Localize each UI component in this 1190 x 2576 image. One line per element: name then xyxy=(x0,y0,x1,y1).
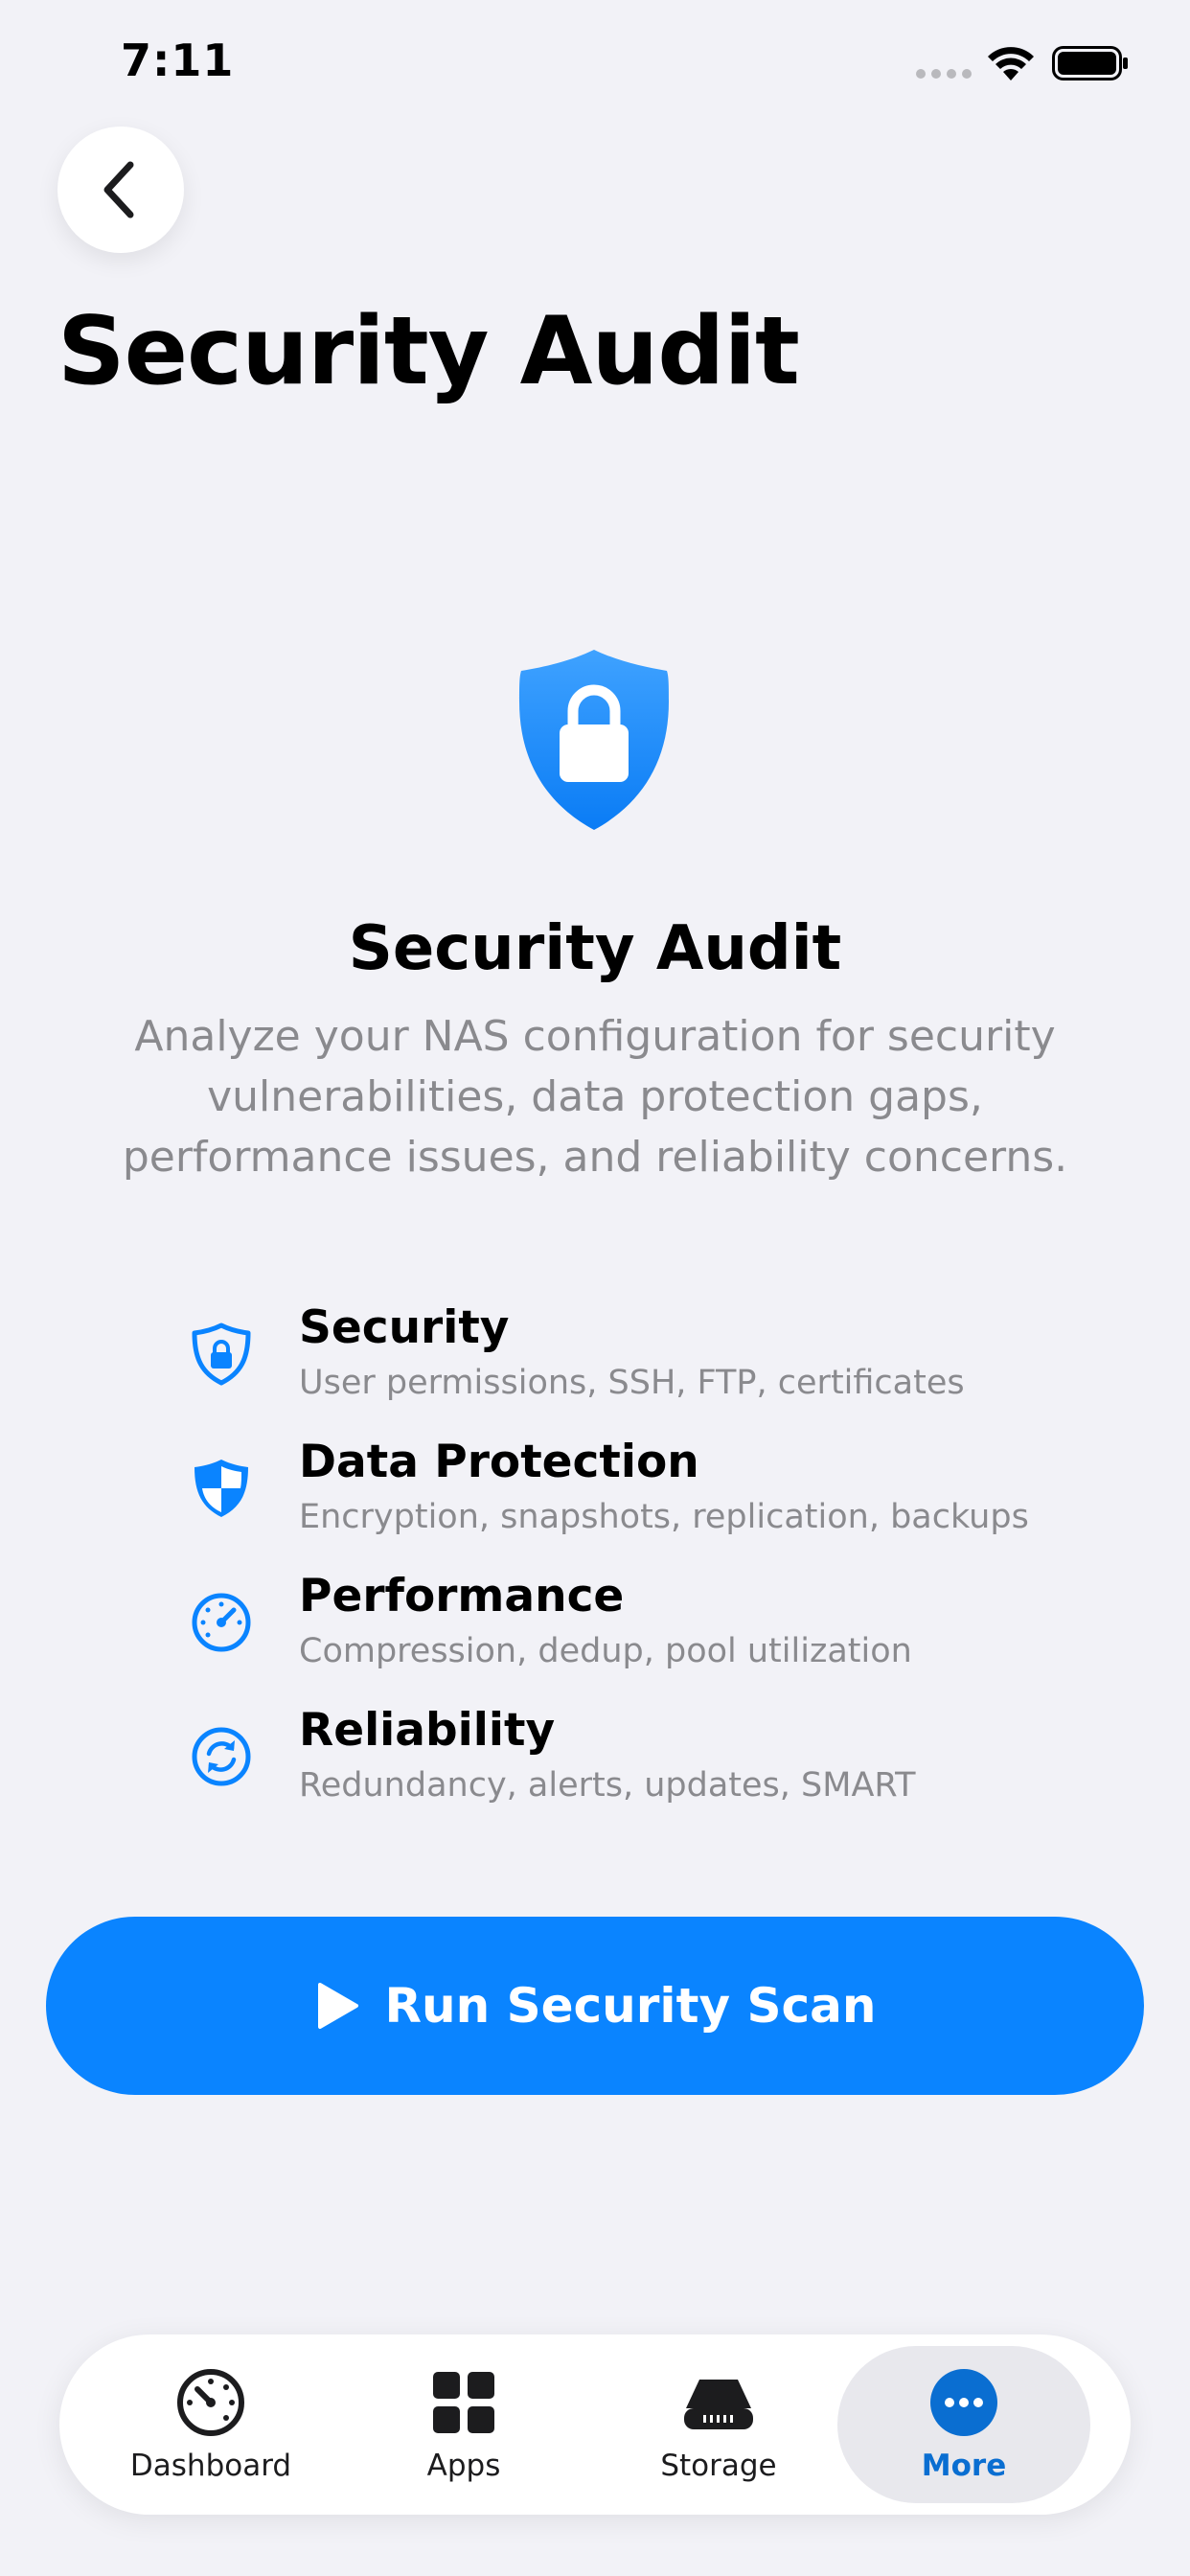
grid-icon xyxy=(433,2372,494,2433)
checkered-shield-icon xyxy=(195,1460,248,1517)
cellular-signal-icon xyxy=(916,69,972,79)
tab-label: Storage xyxy=(660,2449,777,2483)
tab-storage[interactable]: Storage xyxy=(592,2346,845,2503)
feature-subtitle: User permissions, SSH, FTP, certificates xyxy=(299,1364,965,1402)
feature-title: Security xyxy=(299,1301,510,1354)
tab-apps[interactable]: Apps xyxy=(337,2346,590,2503)
feature-title: Data Protection xyxy=(299,1436,699,1488)
drive-icon xyxy=(684,2380,753,2429)
run-security-scan-button[interactable]: Run Security Scan xyxy=(46,1917,1144,2095)
lock-shield-icon xyxy=(519,650,669,830)
status-time: 7:11 xyxy=(121,34,235,86)
feature-subtitle: Redundancy, alerts, updates, SMART xyxy=(299,1766,916,1805)
wifi-icon xyxy=(988,47,1034,80)
run-button-label: Run Security Scan xyxy=(384,1978,877,2034)
battery-icon xyxy=(1052,46,1128,80)
chevron-left-icon xyxy=(103,161,134,218)
refresh-icon xyxy=(192,1727,251,1786)
feature-item-security: Security User permissions, SSH, FTP, cer… xyxy=(188,1300,1050,1434)
tab-more[interactable]: More xyxy=(837,2346,1090,2503)
page-title: Security Audit xyxy=(57,297,800,406)
feature-title: Performance xyxy=(299,1570,625,1622)
tab-dashboard[interactable]: Dashboard xyxy=(84,2346,337,2503)
feature-title: Reliability xyxy=(299,1704,556,1757)
feature-subtitle: Compression, dedup, pool utilization xyxy=(299,1632,912,1670)
feature-subtitle: Encryption, snapshots, replication, back… xyxy=(299,1498,1029,1536)
hero-title: Security Audit xyxy=(348,913,842,984)
tab-bar: Dashboard Apps Storage More xyxy=(59,2334,1131,2515)
tab-label: Apps xyxy=(426,2449,501,2483)
gauge-icon xyxy=(192,1593,251,1652)
gauge-icon xyxy=(177,2369,244,2436)
tab-label: More xyxy=(921,2449,1007,2483)
feature-item-performance: Performance Compression, dedup, pool uti… xyxy=(188,1568,1050,1702)
hero-description: Analyze your NAS configuration for secur… xyxy=(122,1012,1068,1182)
back-button[interactable] xyxy=(57,126,184,253)
play-icon xyxy=(317,1983,358,2029)
feature-item-data-protection: Data Protection Encryption, snapshots, r… xyxy=(188,1434,1050,1568)
ellipsis-circle-icon xyxy=(930,2369,997,2436)
status-bar: 7:11 xyxy=(0,0,1190,125)
feature-item-reliability: Reliability Redundancy, alerts, updates,… xyxy=(188,1702,1050,1836)
feature-list: Security User permissions, SSH, FTP, cer… xyxy=(188,1300,1050,1836)
lock-shield-icon xyxy=(192,1322,251,1386)
tab-label: Dashboard xyxy=(129,2449,292,2483)
